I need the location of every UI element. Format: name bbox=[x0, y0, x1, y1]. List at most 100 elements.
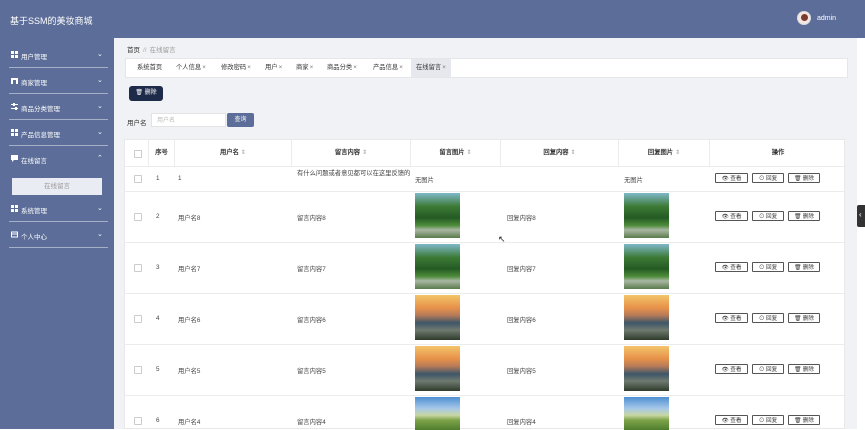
message-icon bbox=[11, 155, 18, 162]
table-row: 1 1 有什么问题或者意见都可以在这里反馈的 无图片 无图片 👁 查看 ⊙ 回复… bbox=[125, 166, 846, 192]
tab-online-messages[interactable]: 在线留言× bbox=[411, 59, 451, 77]
tab-change-password[interactable]: 修改密码× bbox=[221, 59, 251, 77]
cell-username: 用户名4 bbox=[178, 419, 201, 426]
cell-index: 6 bbox=[156, 417, 160, 424]
cell-reply: 回复内容4 bbox=[507, 419, 536, 426]
sidebar-item-online-messages[interactable]: 在线留言 ⌃ bbox=[0, 146, 114, 172]
sidebar-subitem-online-messages[interactable]: 在线留言 bbox=[12, 178, 102, 195]
message-image[interactable] bbox=[415, 295, 460, 340]
sort-icon[interactable]: ⇕ bbox=[675, 150, 680, 156]
close-icon[interactable]: × bbox=[353, 64, 357, 71]
header-reply-image[interactable]: 回复图片 ⇕ bbox=[619, 140, 710, 166]
sidebar-item-label: 商家管理 bbox=[21, 80, 47, 87]
delete-row-button[interactable]: 🗑 删除 bbox=[788, 173, 820, 183]
row-checkbox[interactable] bbox=[134, 315, 142, 323]
view-button[interactable]: 👁 查看 bbox=[715, 313, 748, 323]
store-icon bbox=[11, 78, 18, 84]
tab-personal-info[interactable]: 个人信息× bbox=[176, 59, 206, 77]
view-button[interactable]: 👁 查看 bbox=[715, 262, 748, 272]
sidebar-item-personal-center[interactable]: 个人中心 ⌄ bbox=[0, 222, 114, 248]
reply-image[interactable] bbox=[624, 295, 669, 340]
reply-button[interactable]: ⊙ 回复 bbox=[752, 415, 784, 425]
header-message-image[interactable]: 留言图片 ⇕ bbox=[411, 140, 501, 166]
grid-icon bbox=[11, 51, 18, 58]
delete-row-button[interactable]: 🗑 删除 bbox=[788, 262, 820, 272]
sort-icon[interactable]: ⇕ bbox=[467, 150, 472, 156]
view-button[interactable]: 👁 查看 bbox=[715, 173, 748, 183]
message-image[interactable] bbox=[415, 193, 460, 238]
search-input[interactable]: 用户名 bbox=[151, 113, 226, 127]
cell-reply-image: 无图片 bbox=[624, 177, 643, 184]
sidebar-item-product-management[interactable]: 产品信息管理 ⌄ bbox=[0, 120, 114, 146]
sort-icon[interactable]: ⇕ bbox=[571, 150, 576, 156]
reply-button[interactable]: ⊙ 回复 bbox=[752, 173, 784, 183]
user-name[interactable]: admin bbox=[817, 15, 836, 22]
cell-message: 留言内容8 bbox=[297, 215, 326, 222]
reply-button[interactable]: ⊙ 回复 bbox=[752, 313, 784, 323]
message-image[interactable] bbox=[415, 346, 460, 391]
avatar[interactable] bbox=[797, 11, 811, 25]
header-reply[interactable]: 回复内容 ⇕ bbox=[501, 140, 619, 166]
reply-image[interactable] bbox=[624, 193, 669, 238]
header-message[interactable]: 留言内容 ⇕ bbox=[292, 140, 411, 166]
header-username[interactable]: 用户名 ⇕ bbox=[175, 140, 292, 166]
message-table: 序号 用户名 ⇕ 留言内容 ⇕ 留言图片 ⇕ 回复内容 ⇕ 回复图片 ⇕ 操作 1 1 有… bbox=[124, 139, 846, 430]
table-row: 5 用户名5 留言内容5 回复内容5 👁 查看 ⊙ 回复 🗑 删除 bbox=[125, 344, 846, 396]
delete-row-button[interactable]: 🗑 删除 bbox=[788, 211, 820, 221]
cell-index: 5 bbox=[156, 366, 160, 373]
close-icon[interactable]: × bbox=[442, 64, 446, 71]
row-checkbox[interactable] bbox=[134, 213, 142, 221]
grid-icon bbox=[11, 129, 18, 136]
sort-icon[interactable]: ⇕ bbox=[362, 150, 367, 156]
close-icon[interactable]: × bbox=[279, 64, 283, 71]
close-icon[interactable]: × bbox=[202, 64, 206, 71]
chevron-down-icon: ⌄ bbox=[97, 77, 103, 84]
tab-bar: 系统首页 个人信息× 修改密码× 用户× 商家× 商品分类× 产品信息× 在线留… bbox=[125, 58, 848, 78]
view-button[interactable]: 👁 查看 bbox=[715, 364, 748, 374]
delete-row-button[interactable]: 🗑 删除 bbox=[788, 313, 820, 323]
tab-product-info[interactable]: 产品信息× bbox=[373, 59, 403, 77]
sort-icon[interactable]: ⇕ bbox=[241, 150, 246, 156]
message-image[interactable] bbox=[415, 244, 460, 289]
close-icon[interactable]: × bbox=[247, 64, 251, 71]
cell-username: 用户名7 bbox=[178, 266, 201, 273]
tab-product-category[interactable]: 商品分类× bbox=[327, 59, 357, 77]
message-image[interactable] bbox=[415, 397, 460, 430]
reply-image[interactable] bbox=[624, 346, 669, 391]
delete-row-button[interactable]: 🗑 删除 bbox=[788, 364, 820, 374]
reply-button[interactable]: ⊙ 回复 bbox=[752, 262, 784, 272]
sidebar-item-system-management[interactable]: 系统管理 ⌄ bbox=[0, 196, 114, 222]
cell-message: 留言内容5 bbox=[297, 368, 326, 375]
tab-system-home[interactable]: 系统首页 bbox=[137, 59, 162, 77]
sidebar-item-user-management[interactable]: 用户管理 ⌄ bbox=[0, 42, 114, 68]
cell-index: 3 bbox=[156, 264, 160, 271]
cell-index: 1 bbox=[156, 175, 160, 182]
reply-image[interactable] bbox=[624, 397, 669, 430]
row-checkbox[interactable] bbox=[134, 366, 142, 374]
view-button[interactable]: 👁 查看 bbox=[715, 415, 748, 425]
close-icon[interactable]: × bbox=[399, 64, 403, 71]
delete-row-button[interactable]: 🗑 删除 bbox=[788, 415, 820, 425]
sidebar-item-merchant-management[interactable]: 商家管理 ⌄ bbox=[0, 68, 114, 94]
table-row: 3 用户名7 留言内容7 回复内容7 👁 查看 ⊙ 回复 🗑 删除 bbox=[125, 242, 846, 294]
sidebar-item-category-management[interactable]: 商品分类管理 ⌄ bbox=[0, 94, 114, 120]
delete-button[interactable]: 🗑 删除 bbox=[129, 86, 163, 101]
row-checkbox[interactable] bbox=[134, 264, 142, 272]
side-drawer-toggle[interactable] bbox=[857, 205, 865, 227]
reply-button[interactable]: ⊙ 回复 bbox=[752, 211, 784, 221]
breadcrumb-home[interactable]: 首页 bbox=[127, 47, 140, 54]
tab-user[interactable]: 用户× bbox=[265, 59, 282, 77]
search-button[interactable]: 查询 bbox=[227, 113, 254, 127]
cell-reply: 回复内容5 bbox=[507, 368, 536, 375]
row-checkbox[interactable] bbox=[134, 175, 142, 183]
row-checkbox[interactable] bbox=[134, 417, 142, 425]
main-content: 首页//在线留言 系统首页 个人信息× 修改密码× 用户× 商家× 商品分类× … bbox=[114, 38, 857, 430]
select-all-checkbox[interactable] bbox=[134, 150, 142, 158]
close-icon[interactable]: × bbox=[310, 64, 314, 71]
reply-image[interactable] bbox=[624, 244, 669, 289]
reply-button[interactable]: ⊙ 回复 bbox=[752, 364, 784, 374]
sidebar-item-label: 系统管理 bbox=[21, 208, 47, 215]
tab-merchant[interactable]: 商家× bbox=[296, 59, 313, 77]
view-button[interactable]: 👁 查看 bbox=[715, 211, 748, 221]
table-header: 序号 用户名 ⇕ 留言内容 ⇕ 留言图片 ⇕ 回复内容 ⇕ 回复图片 ⇕ 操作 bbox=[125, 140, 846, 167]
